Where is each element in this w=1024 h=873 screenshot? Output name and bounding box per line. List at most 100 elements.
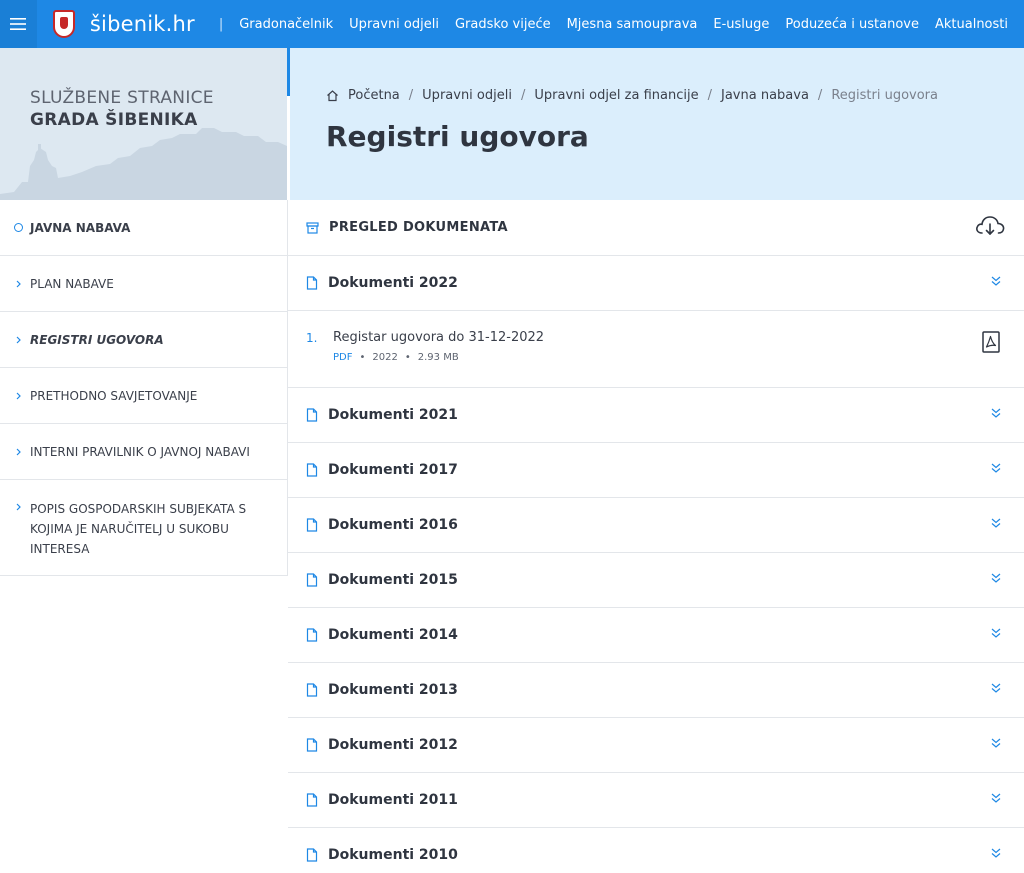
double-chevron-down-icon[interactable] bbox=[990, 275, 1002, 287]
cloud-download-icon[interactable] bbox=[974, 214, 1006, 238]
nav-e-usluge[interactable]: E-usluge bbox=[713, 17, 769, 32]
document-icon bbox=[306, 573, 318, 587]
section-dokumenti-2017[interactable]: Dokumenti 2017 bbox=[288, 443, 1024, 498]
sidebar-item-label: PLAN NABAVE bbox=[30, 276, 114, 291]
sidebar-item-interni-pravilnik[interactable]: INTERNI PRAVILNIK O JAVNOJ NABAVI bbox=[0, 424, 287, 480]
brand-separator: | bbox=[218, 16, 224, 32]
document-icon bbox=[306, 518, 318, 532]
double-chevron-down-icon[interactable] bbox=[990, 517, 1002, 529]
section-dokumenti-2016[interactable]: Dokumenti 2016 bbox=[288, 498, 1024, 553]
double-chevron-down-icon[interactable] bbox=[990, 737, 1002, 749]
nav-aktualnosti[interactable]: Aktualnosti bbox=[935, 17, 1008, 32]
nav-gradsko-vijece[interactable]: Gradsko vijeće bbox=[455, 17, 551, 32]
document-size: 2.93 MB bbox=[417, 352, 459, 363]
nav-mjesna-samouprava[interactable]: Mjesna samouprava bbox=[567, 17, 698, 32]
sidebar-nav: JAVNA NABAVA PLAN NABAVE REGISTRI UGOVOR… bbox=[0, 200, 288, 576]
document-icon bbox=[306, 276, 318, 290]
document-icon bbox=[306, 793, 318, 807]
sidebar-item-label: POPIS GOSPODARSKIH SUBJEKATA S KOJIMA JE… bbox=[30, 502, 247, 556]
sidebar-item-prethodno-savjetovanje[interactable]: PRETHODNO SAVJETOVANJE bbox=[0, 368, 287, 424]
circle-marker-icon bbox=[14, 223, 23, 232]
chevron-right-icon bbox=[16, 280, 21, 287]
chevron-right-icon bbox=[16, 336, 21, 343]
document-icon bbox=[306, 683, 318, 697]
site-brand-name: šibenik.hr bbox=[89, 12, 195, 36]
document-item: 1. Registar ugovora do 31-12-2022 PDF • … bbox=[288, 311, 1024, 388]
hamburger-menu-button[interactable] bbox=[0, 0, 37, 48]
chevron-right-icon bbox=[16, 503, 21, 511]
breadcrumb-separator: / bbox=[520, 88, 526, 103]
section-title: Dokumenti 2013 bbox=[328, 682, 458, 698]
document-type: PDF bbox=[333, 352, 353, 363]
section-title: Dokumenti 2017 bbox=[328, 462, 458, 478]
breadcrumb-javna-nabava[interactable]: Javna nabava bbox=[721, 88, 809, 103]
double-chevron-down-icon[interactable] bbox=[990, 462, 1002, 474]
document-icon bbox=[306, 463, 318, 477]
breadcrumb-odjel-za-financije[interactable]: Upravni odjel za financije bbox=[534, 88, 698, 103]
double-chevron-down-icon[interactable] bbox=[990, 407, 1002, 419]
section-title: Dokumenti 2012 bbox=[328, 737, 458, 753]
nav-upravni-odjeli[interactable]: Upravni odjeli bbox=[349, 17, 439, 32]
section-dokumenti-2015[interactable]: Dokumenti 2015 bbox=[288, 553, 1024, 608]
section-title: Dokumenti 2016 bbox=[328, 517, 458, 533]
section-title: Dokumenti 2021 bbox=[328, 407, 458, 423]
main-nav: Gradonačelnik Upravni odjeli Gradsko vij… bbox=[239, 17, 1024, 32]
home-icon[interactable] bbox=[326, 89, 339, 102]
sidebar-item-label: INTERNI PRAVILNIK O JAVNOJ NABAVI bbox=[30, 444, 250, 459]
document-icon bbox=[306, 738, 318, 752]
breadcrumb-upravni-odjeli[interactable]: Upravni odjeli bbox=[422, 88, 512, 103]
section-dokumenti-2022[interactable]: Dokumenti 2022 bbox=[288, 256, 1024, 311]
section-dokumenti-2013[interactable]: Dokumenti 2013 bbox=[288, 663, 1024, 718]
breadcrumb: Početna / Upravni odjeli / Upravni odjel… bbox=[326, 88, 938, 103]
breadcrumb-separator: / bbox=[408, 88, 414, 103]
breadcrumb-home[interactable]: Početna bbox=[348, 88, 400, 103]
site-title-panel: SLUŽBENE STRANICE GRADA ŠIBENIKA bbox=[0, 48, 287, 200]
document-number: 1. bbox=[306, 331, 318, 345]
sidebar-item-label: PRETHODNO SAVJETOVANJE bbox=[30, 388, 198, 403]
section-dokumenti-2011[interactable]: Dokumenti 2011 bbox=[288, 773, 1024, 828]
sidebar-item-popis-subjekata[interactable]: POPIS GOSPODARSKIH SUBJEKATA S KOJIMA JE… bbox=[0, 480, 287, 576]
document-title-link[interactable]: Registar ugovora do 31-12-2022 bbox=[333, 330, 544, 345]
document-icon bbox=[306, 628, 318, 642]
sidebar-item-label: JAVNA NABAVA bbox=[30, 220, 131, 235]
double-chevron-down-icon[interactable] bbox=[990, 682, 1002, 694]
section-dokumenti-2012[interactable]: Dokumenti 2012 bbox=[288, 718, 1024, 773]
sidebar-item-label: REGISTRI UGOVORA bbox=[30, 332, 164, 347]
chevron-right-icon bbox=[16, 448, 21, 455]
city-crest-icon bbox=[52, 10, 75, 38]
document-icon bbox=[306, 408, 318, 422]
double-chevron-down-icon[interactable] bbox=[990, 572, 1002, 584]
double-chevron-down-icon[interactable] bbox=[990, 627, 1002, 639]
double-chevron-down-icon[interactable] bbox=[990, 847, 1002, 859]
section-title: Dokumenti 2015 bbox=[328, 572, 458, 588]
site-title-line1: SLUŽBENE STRANICE bbox=[30, 88, 214, 108]
section-title: Dokumenti 2022 bbox=[328, 275, 458, 291]
section-title: Dokumenti 2014 bbox=[328, 627, 458, 643]
double-chevron-down-icon[interactable] bbox=[990, 792, 1002, 804]
site-title-line2: GRADA ŠIBENIKA bbox=[30, 110, 198, 130]
chevron-right-icon bbox=[16, 392, 21, 399]
document-year: 2022 bbox=[372, 352, 398, 363]
sidebar-item-javna-nabava[interactable]: JAVNA NABAVA bbox=[0, 200, 287, 256]
breadcrumb-current: Registri ugovora bbox=[831, 88, 938, 103]
documents-panel-title: PREGLED DOKUMENATA bbox=[329, 220, 508, 235]
nav-poduzeca-i-ustanove[interactable]: Poduzeća i ustanove bbox=[785, 17, 919, 32]
breadcrumb-separator: / bbox=[817, 88, 823, 103]
pdf-file-icon[interactable] bbox=[982, 331, 1000, 353]
breadcrumb-separator: / bbox=[707, 88, 712, 103]
section-title: Dokumenti 2011 bbox=[328, 792, 458, 808]
site-logo-link[interactable]: šibenik.hr bbox=[52, 10, 195, 38]
sidebar-item-registri-ugovora[interactable]: REGISTRI UGOVORA bbox=[0, 312, 287, 368]
document-icon bbox=[306, 848, 318, 862]
section-dokumenti-2010[interactable]: Dokumenti 2010 bbox=[288, 828, 1024, 873]
page-title: Registri ugovora bbox=[326, 120, 589, 153]
section-dokumenti-2014[interactable]: Dokumenti 2014 bbox=[288, 608, 1024, 663]
documents-panel: PREGLED DOKUMENATA Dokumenti 2022 1. Reg… bbox=[288, 200, 1024, 873]
top-navigation-bar: šibenik.hr | Gradonačelnik Upravni odjel… bbox=[0, 0, 1024, 48]
nav-gradonacelnik[interactable]: Gradonačelnik bbox=[239, 17, 333, 32]
documents-panel-header: PREGLED DOKUMENATA bbox=[288, 200, 1024, 256]
page-header: Početna / Upravni odjeli / Upravni odjel… bbox=[290, 48, 1024, 200]
meta-separator: • bbox=[404, 352, 411, 363]
section-dokumenti-2021[interactable]: Dokumenti 2021 bbox=[288, 388, 1024, 443]
sidebar-item-plan-nabave[interactable]: PLAN NABAVE bbox=[0, 256, 287, 312]
